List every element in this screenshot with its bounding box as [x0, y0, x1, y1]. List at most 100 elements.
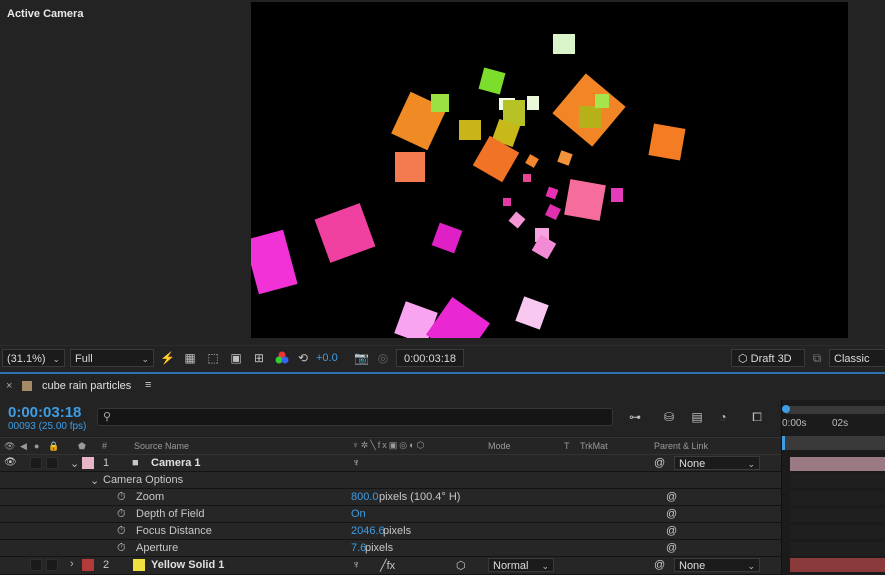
pickwhip-icon[interactable]: @ [654, 559, 665, 571]
solid-color-swatch [133, 559, 145, 571]
mode-header: Mode [488, 441, 511, 451]
lock-toggle[interactable] [46, 457, 58, 469]
chevron-down-icon: ⌄ [747, 459, 755, 469]
pickwhip-icon[interactable]: @ [666, 508, 677, 520]
layer-search-input[interactable]: ⚲ [97, 408, 613, 426]
camera-options-group[interactable]: ⌄ Camera Options [0, 472, 781, 489]
motion-blur-icon[interactable]: ◔ [716, 410, 730, 424]
stopwatch-icon[interactable]: ⏱ [117, 542, 126, 555]
label-color-swatch[interactable] [82, 457, 94, 469]
eye-icon[interactable]: 👁 [4, 441, 15, 452]
current-timecode[interactable]: 0:00:03:18 [8, 404, 81, 421]
stopwatch-icon[interactable]: ⏱ [117, 525, 126, 538]
view-layout-icon[interactable]: ⧉ [810, 351, 824, 365]
chevron-down-icon: ⌄ [541, 561, 549, 571]
pickwhip-icon[interactable]: @ [666, 525, 677, 537]
cube [527, 96, 539, 110]
property-unit: pixels [383, 525, 412, 537]
property-row[interactable]: ⏱ Depth of Field On @ [0, 506, 781, 523]
exposure-reset-icon[interactable]: ⟲ [296, 351, 310, 365]
solo-icon[interactable]: ● [34, 441, 39, 451]
property-row[interactable]: ⏱ Aperture 7.6 pixels @ [0, 540, 781, 557]
parent-dropdown[interactable]: None ⌄ [674, 558, 760, 572]
fx-icon[interactable]: ╱fx [380, 559, 395, 572]
layer-duration-bar[interactable] [790, 457, 885, 471]
layer-row[interactable]: › 2 Yellow Solid 1 ♆ ╱fx ⬡ Normal ⌄ @ Non… [0, 557, 781, 575]
close-tab-button[interactable]: × [6, 380, 12, 392]
cube [515, 296, 549, 330]
t-header: T [564, 441, 570, 451]
layer-row[interactable]: 👁 ⌄ 1 ■ Camera 1 ♆ @ None ⌄ [0, 455, 781, 472]
property-row[interactable]: ⏱ Focus Distance 2046.6 pixels @ [0, 523, 781, 540]
pickwhip-icon[interactable]: @ [654, 457, 665, 469]
grid-guides-icon[interactable]: ⊞ [252, 351, 266, 365]
composition-viewer[interactable]: Active Camera [0, 0, 885, 345]
camera-layer-icon: ■ [132, 457, 139, 469]
layer-duration-bar[interactable] [790, 558, 885, 572]
shy-icon[interactable]: ♆ [352, 457, 360, 469]
lock-toggle[interactable] [46, 559, 58, 571]
panel-menu-icon[interactable]: ≡ [145, 379, 151, 391]
trkmat-header: TrkMat [580, 441, 608, 451]
frame-blending-icon[interactable]: ▤ [690, 410, 704, 424]
property-value[interactable]: 7.6 [351, 542, 366, 554]
composition-flowchart-icon[interactable]: ⊶ [628, 410, 642, 424]
stopwatch-icon[interactable]: ⏱ [117, 491, 126, 504]
timeline-graph[interactable]: 0:00s 02s [781, 400, 885, 575]
lock-icon[interactable]: 🔒 [48, 441, 59, 452]
stopwatch-icon[interactable]: ⏱ [117, 508, 126, 521]
eye-icon[interactable]: 👁 [4, 457, 17, 468]
layer-number: 1 [103, 457, 110, 469]
3d-view-dropdown[interactable]: Classic 3D [829, 349, 885, 383]
pickwhip-icon[interactable]: @ [666, 491, 677, 503]
current-time-field[interactable]: 0:00:03:18 [396, 349, 464, 367]
transparency-grid-icon[interactable]: ▦ [183, 351, 197, 365]
solo-toggle[interactable] [30, 457, 42, 469]
property-value[interactable]: 2046.6 [351, 525, 385, 537]
chevron-down-icon[interactable]: ⌄ [70, 457, 79, 470]
layer-name[interactable]: Yellow Solid 1 [151, 559, 224, 571]
property-unit: pixels (100.4° H) [379, 491, 461, 503]
property-value[interactable]: 800.0 [351, 491, 379, 503]
chevron-down-icon[interactable]: ⌄ [90, 474, 99, 487]
chevron-right-icon[interactable]: › [70, 558, 74, 570]
label-color-swatch[interactable] [82, 559, 94, 571]
label-icon[interactable]: ⬟ [78, 441, 86, 452]
exposure-value[interactable]: +0.0 [316, 352, 338, 364]
fast-preview-icon[interactable]: ⚡ [160, 351, 175, 365]
camera-icon[interactable]: 📷 [354, 351, 369, 365]
cube [503, 198, 511, 206]
audio-icon[interactable]: ◀ [20, 441, 27, 452]
shy-icon[interactable]: ♆ [352, 559, 360, 571]
renderer-button[interactable]: ⬡ Draft 3D [731, 349, 805, 367]
3d-layer-icon[interactable]: ⬡ [456, 559, 466, 572]
draft-3d-icon[interactable]: ⛁ [662, 410, 676, 424]
layer-name[interactable]: Camera 1 [151, 457, 201, 469]
property-row[interactable]: ⏱ Zoom 800.0 pixels (100.4° H) @ [0, 489, 781, 506]
magnification-dropdown[interactable]: (31.1%) ⌄ [2, 349, 65, 367]
work-area-start-handle[interactable] [782, 405, 790, 413]
resolution-dropdown[interactable]: Full ⌄ [70, 349, 154, 367]
work-area-bar[interactable] [786, 406, 885, 414]
region-of-interest-icon[interactable]: ⬚ [206, 351, 220, 365]
blend-mode-dropdown[interactable]: Normal ⌄ [488, 558, 554, 572]
composition-canvas[interactable] [251, 2, 848, 338]
parent-dropdown[interactable]: None ⌄ [674, 456, 760, 470]
property-track [790, 474, 885, 488]
cube [557, 150, 573, 166]
layer-number: 2 [103, 559, 110, 571]
mask-visibility-icon[interactable]: ▣ [229, 351, 243, 365]
show-snapshot-icon[interactable]: ◎ [376, 351, 390, 365]
solo-toggle[interactable] [30, 559, 42, 571]
time-ruler-track[interactable] [782, 436, 885, 450]
cube [564, 179, 606, 221]
playhead[interactable] [782, 436, 785, 450]
ruler-mark-label: 02s [832, 418, 849, 429]
cube [478, 67, 506, 95]
property-value[interactable]: On [351, 508, 366, 520]
graph-editor-icon[interactable]: ⧠ [750, 410, 764, 424]
composition-tab-title[interactable]: cube rain particles [42, 380, 131, 392]
pickwhip-icon[interactable]: @ [666, 542, 677, 554]
channel-icon[interactable] [275, 351, 289, 365]
source-name-header[interactable]: Source Name [134, 441, 189, 451]
